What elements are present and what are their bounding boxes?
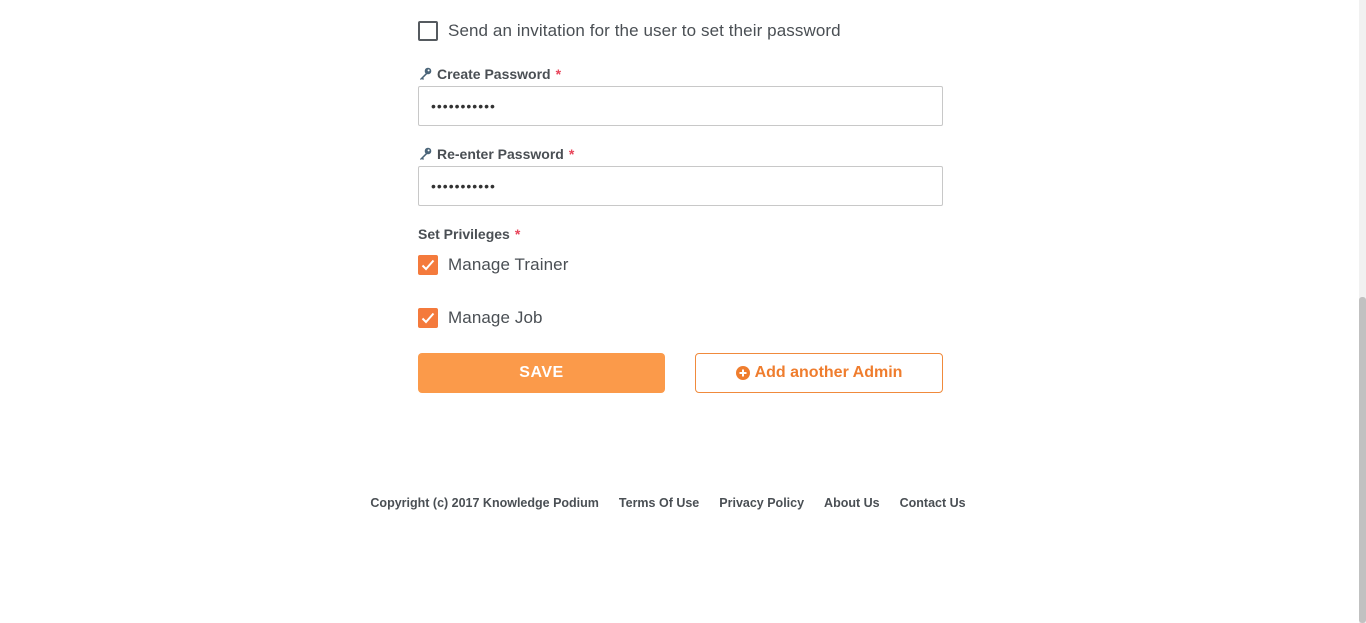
page-scrollbar[interactable] — [1359, 0, 1366, 623]
checkmark-icon — [421, 312, 435, 324]
manage-trainer-label: Manage Trainer — [448, 255, 569, 274]
key-icon — [418, 67, 432, 81]
required-mark: * — [555, 66, 562, 82]
save-button[interactable]: SAVE — [418, 353, 665, 393]
required-mark: * — [568, 146, 575, 162]
invite-checkbox[interactable] — [418, 21, 438, 41]
privilege-manage-job-row[interactable]: Manage Job — [418, 308, 543, 328]
privilege-manage-trainer-row[interactable]: Manage Trainer — [418, 255, 568, 275]
invite-checkbox-label: Send an invitation for the user to set t… — [448, 21, 841, 40]
reenter-password-input[interactable] — [418, 166, 943, 206]
set-privileges-label: Set Privileges * — [418, 226, 520, 242]
manage-trainer-checkbox[interactable] — [418, 255, 438, 275]
create-password-label: Create Password * — [418, 66, 561, 82]
add-another-admin-label: Add another Admin — [754, 364, 903, 381]
plus-circle-icon — [735, 366, 750, 380]
footer-link-terms[interactable]: Terms Of Use — [619, 496, 699, 510]
manage-job-label: Manage Job — [448, 308, 543, 327]
scrollbar-thumb[interactable] — [1359, 297, 1366, 623]
add-another-admin-button[interactable]: Add another Admin — [695, 353, 943, 393]
footer-link-about[interactable]: About Us — [824, 496, 880, 510]
footer-link-contact[interactable]: Contact Us — [900, 496, 966, 510]
page: Send an invitation for the user to set t… — [0, 0, 1366, 623]
checkmark-icon — [421, 259, 435, 271]
create-password-input[interactable] — [418, 86, 943, 126]
key-icon — [418, 147, 432, 161]
reenter-password-label: Re-enter Password * — [418, 146, 574, 162]
reenter-password-label-text: Re-enter Password — [437, 146, 564, 162]
manage-job-checkbox[interactable] — [418, 308, 438, 328]
footer-link-privacy[interactable]: Privacy Policy — [719, 496, 804, 510]
invite-checkbox-row[interactable]: Send an invitation for the user to set t… — [418, 21, 841, 41]
create-password-label-text: Create Password — [437, 66, 551, 82]
required-mark: * — [514, 226, 521, 242]
copyright-text: Copyright (c) 2017 Knowledge Podium — [370, 496, 599, 510]
set-privileges-label-text: Set Privileges — [418, 226, 510, 242]
footer: Copyright (c) 2017 Knowledge Podium Term… — [0, 496, 1336, 510]
